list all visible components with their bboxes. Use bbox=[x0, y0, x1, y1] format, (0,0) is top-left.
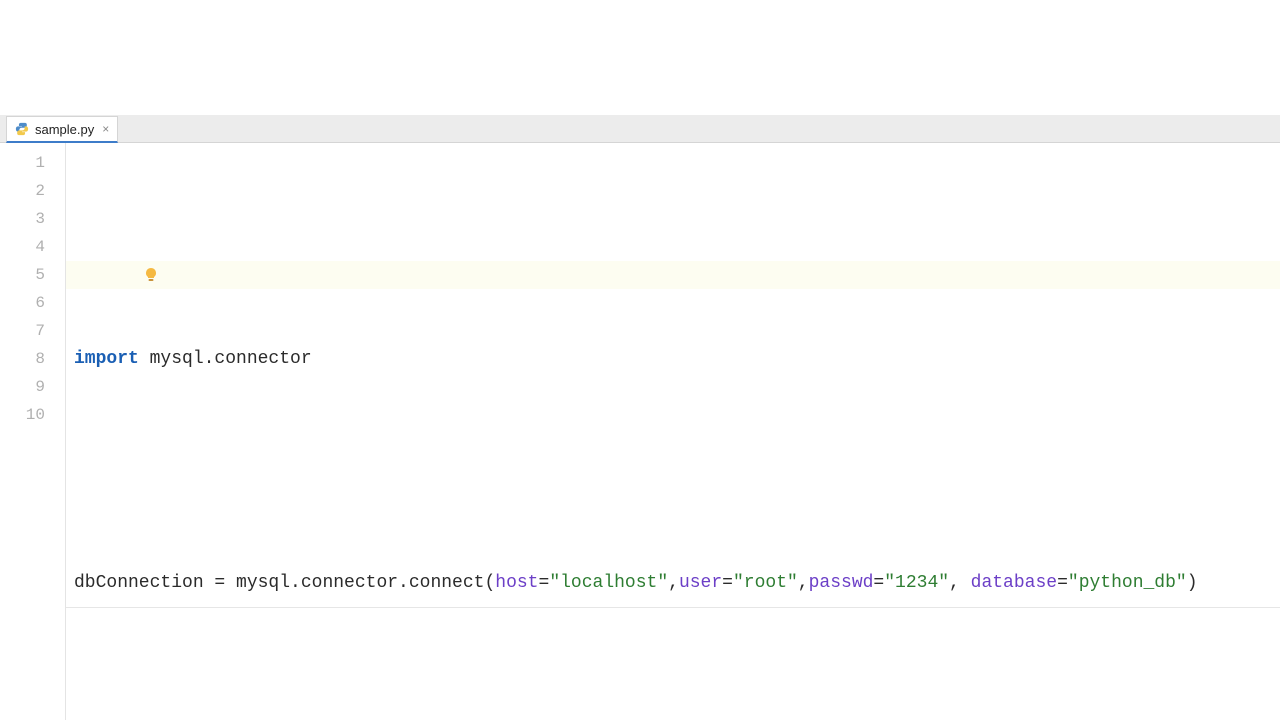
editor[interactable]: 1 2 3 4 5 6 7 8 9 10 import mysql.connec… bbox=[0, 143, 1280, 720]
lightbulb-icon[interactable] bbox=[78, 237, 98, 257]
line-number: 4 bbox=[0, 233, 65, 261]
code-line[interactable] bbox=[74, 457, 1280, 485]
python-file-icon bbox=[15, 122, 29, 136]
line-number: 1 bbox=[0, 149, 65, 177]
tab-sample-py[interactable]: sample.py × bbox=[6, 116, 118, 143]
line-number: 5 bbox=[0, 261, 65, 289]
line-number: 10 bbox=[0, 401, 65, 429]
string-literal: "localhost" bbox=[549, 573, 668, 593]
line-number: 2 bbox=[0, 177, 65, 205]
code-text: dbConnection = mysql.connector.connect( bbox=[74, 573, 495, 593]
param-database: database bbox=[971, 573, 1057, 593]
tab-bar: sample.py × bbox=[0, 115, 1280, 143]
code-line[interactable] bbox=[74, 681, 1280, 709]
current-line-highlight bbox=[66, 261, 1280, 289]
editor-bottom-border bbox=[66, 607, 1280, 608]
top-blank-area bbox=[0, 0, 1280, 115]
string-literal: "python_db" bbox=[1068, 573, 1187, 593]
string-literal: "1234" bbox=[884, 573, 949, 593]
code-text: mysql.connector bbox=[139, 349, 312, 369]
param-user: user bbox=[679, 573, 722, 593]
line-number: 9 bbox=[0, 373, 65, 401]
code-area[interactable]: import mysql.connector dbConnection = my… bbox=[66, 143, 1280, 720]
gutter: 1 2 3 4 5 6 7 8 9 10 bbox=[0, 143, 66, 720]
tab-filename: sample.py bbox=[35, 122, 94, 137]
param-host: host bbox=[495, 573, 538, 593]
param-passwd: passwd bbox=[809, 573, 874, 593]
keyword-import: import bbox=[74, 349, 139, 369]
line-number: 3 bbox=[0, 205, 65, 233]
line-number: 6 bbox=[0, 289, 65, 317]
code-line[interactable]: import mysql.connector bbox=[74, 345, 1280, 373]
string-literal: "root" bbox=[733, 573, 798, 593]
line-number: 8 bbox=[0, 345, 65, 373]
code-line[interactable]: dbConnection = mysql.connector.connect(h… bbox=[74, 569, 1280, 597]
line-number: 7 bbox=[0, 317, 65, 345]
close-icon[interactable]: × bbox=[102, 122, 109, 136]
